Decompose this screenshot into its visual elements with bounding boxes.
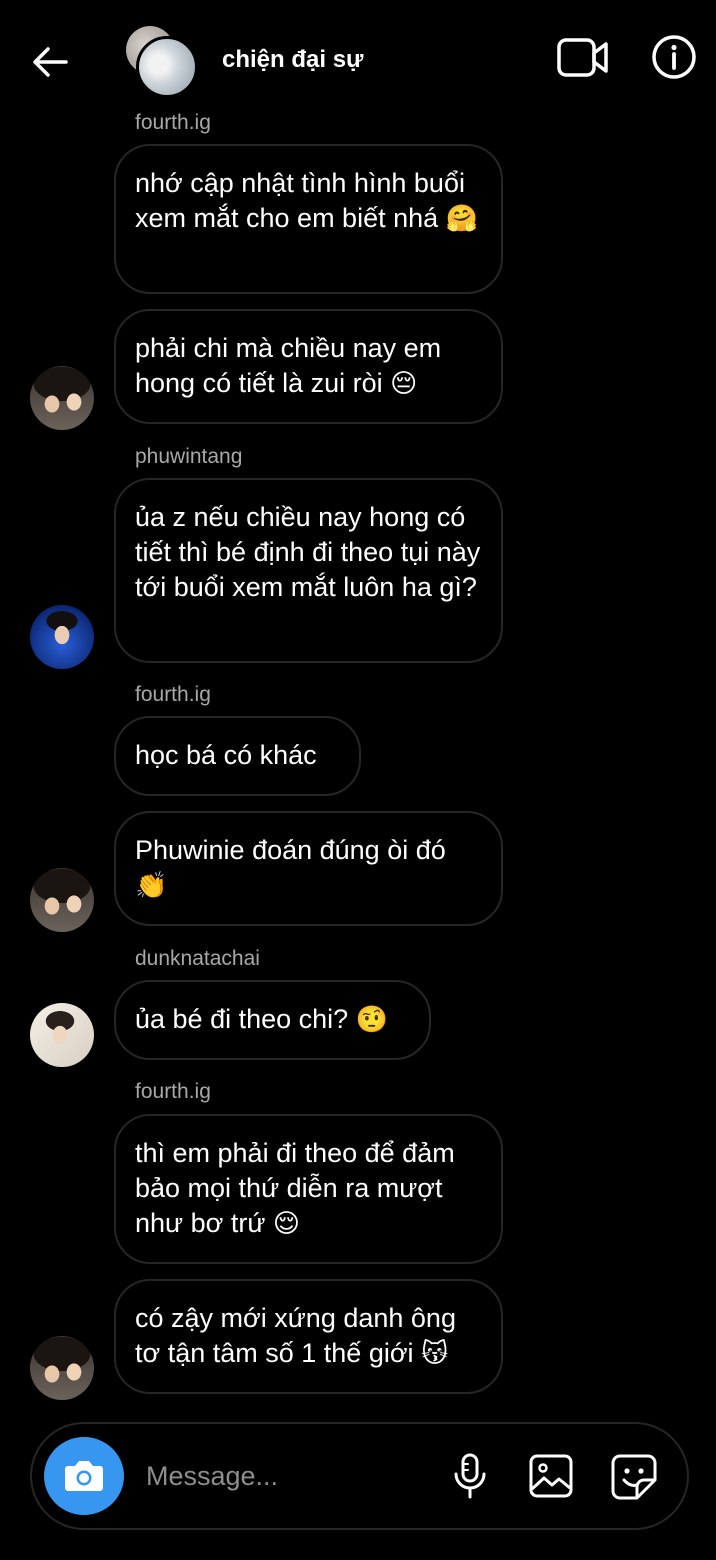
avatar-dunk[interactable] [30, 1003, 94, 1067]
sender-name: phuwintang [135, 445, 243, 468]
raised-eyebrow-emoji: 🤨 [355, 1005, 389, 1035]
relieved-face-emoji: 😌 [272, 1209, 301, 1239]
gallery-button[interactable] [528, 1453, 574, 1499]
chat-title[interactable]: chiện đại sự [222, 46, 363, 74]
sender-name: fourth.ig [135, 111, 211, 134]
message-input[interactable] [146, 1456, 436, 1496]
image-icon [529, 1454, 573, 1498]
sender-name: dunknatachai [135, 947, 260, 970]
arrow-left-icon [33, 47, 68, 77]
sticker-button[interactable] [610, 1453, 658, 1501]
info-button[interactable] [650, 33, 698, 81]
sticker-icon [611, 1454, 657, 1500]
message-bubble[interactable]: có zậy mới xứng danh ông tơ tận tâm số 1… [114, 1279, 503, 1394]
video-call-button[interactable] [556, 36, 610, 80]
microphone-icon [454, 1453, 486, 1499]
microphone-button[interactable] [450, 1452, 490, 1500]
message-bubble[interactable]: thì em phải đi theo để đảm bảo mọi thứ d… [114, 1114, 503, 1264]
message-bubble[interactable]: ủa bé đi theo chi? 🤨 [114, 980, 431, 1060]
camera-button[interactable] [44, 1437, 124, 1515]
avatar-fourth[interactable] [30, 1336, 94, 1400]
avatar-fourth[interactable] [30, 366, 94, 430]
message-text: ủa bé đi theo chi? [135, 1004, 349, 1034]
message-text: nhớ cập nhật tình hình buổi xem mắt cho … [135, 168, 465, 233]
sender-name: fourth.ig [135, 1080, 211, 1103]
avatar-fourth[interactable] [30, 868, 94, 932]
avatar-phuwin[interactable] [30, 605, 94, 669]
message-text: học bá có khác [135, 740, 317, 770]
message-text: có zậy mới xứng danh ông tơ tận tâm số 1… [135, 1303, 456, 1368]
info-icon [652, 35, 696, 79]
message-bubble[interactable]: Phuwinie đoán đúng òi đó 👏 [114, 811, 503, 926]
clapping-hands-emoji: 👏 [135, 871, 168, 901]
sender-name: fourth.ig [135, 683, 211, 706]
pensive-face-emoji: 😔 [390, 369, 418, 399]
video-camera-icon [557, 38, 608, 77]
kissing-cat-emoji: 😽 [421, 1339, 449, 1369]
group-avatar-front [136, 36, 198, 98]
back-button[interactable] [28, 40, 72, 84]
message-text: Phuwinie đoán đúng òi đó [135, 835, 446, 865]
message-bubble[interactable]: phải chi mà chiều nay em hong có tiết là… [114, 309, 503, 424]
message-bubble[interactable]: học bá có khác [114, 716, 361, 796]
chat-header: chiện đại sự [0, 0, 716, 110]
message-text: ủa z nếu chiều nay hong có tiết thì bé đ… [135, 502, 481, 602]
hugging-face-emoji: 🤗 [445, 204, 479, 234]
message-bubble[interactable]: ủa z nếu chiều nay hong có tiết thì bé đ… [114, 478, 503, 663]
group-avatar[interactable] [124, 26, 198, 98]
message-bubble[interactable]: nhớ cập nhật tình hình buổi xem mắt cho … [114, 144, 503, 294]
camera-icon [65, 1461, 103, 1491]
